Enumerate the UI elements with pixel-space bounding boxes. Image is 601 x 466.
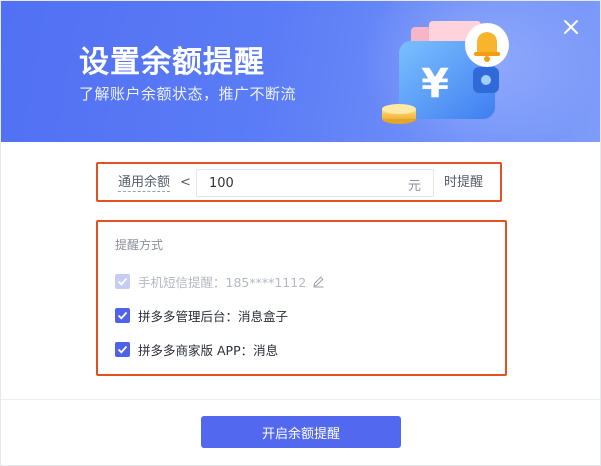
sms-checkbox bbox=[115, 273, 130, 289]
footer-divider bbox=[1, 399, 600, 400]
check-icon bbox=[117, 345, 128, 354]
dialog-title: 设置余额提醒 bbox=[79, 45, 265, 80]
check-icon bbox=[117, 277, 128, 286]
balance-alert-dialog: 设置余额提醒 了解账户余额状态，推广不断流 ¥ 通用余额 < 100 元 时提醒… bbox=[0, 0, 601, 466]
check-icon bbox=[117, 311, 128, 320]
option-admin-backend: 拼多多管理后台：消息盒子 bbox=[115, 306, 288, 324]
reminder-methods: 提醒方式 手机短信提醒：185****1112 拼多多管理后台：消息盒子 拼多多… bbox=[96, 220, 507, 376]
threshold-row: 通用余额 < 元 时提醒 bbox=[96, 162, 502, 202]
sms-option-label: 手机短信提醒：185****1112 bbox=[138, 274, 307, 290]
header-banner: 设置余额提醒 了解账户余额状态，推广不断流 ¥ bbox=[1, 1, 600, 142]
threshold-unit: 元 bbox=[407, 179, 421, 194]
threshold-amount-input[interactable] bbox=[209, 173, 379, 193]
threshold-label: 通用余额 bbox=[118, 175, 171, 192]
edit-icon[interactable] bbox=[312, 275, 325, 288]
wallet-bell-illustration: ¥ bbox=[382, 21, 509, 124]
merchant-app-checkbox[interactable] bbox=[115, 341, 130, 357]
option-merchant-app: 拼多多商家版 APP：消息 bbox=[115, 340, 278, 358]
threshold-input-wrapper: 元 bbox=[196, 169, 434, 197]
admin-backend-checkbox[interactable] bbox=[115, 307, 130, 323]
enable-balance-alert-button[interactable]: 开启余额提醒 bbox=[201, 416, 401, 448]
methods-title: 提醒方式 bbox=[115, 238, 164, 252]
threshold-operator: < bbox=[180, 175, 191, 190]
dialog-subtitle: 了解账户余额状态，推广不断流 bbox=[79, 85, 297, 103]
merchant-app-option-label: 拼多多商家版 APP：消息 bbox=[138, 342, 279, 358]
threshold-suffix: 时提醒 bbox=[444, 175, 484, 190]
close-icon[interactable] bbox=[559, 15, 583, 39]
svg-text:¥: ¥ bbox=[421, 61, 449, 107]
admin-backend-option-label: 拼多多管理后台：消息盒子 bbox=[138, 308, 289, 324]
option-sms: 手机短信提醒：185****1112 bbox=[115, 272, 325, 290]
